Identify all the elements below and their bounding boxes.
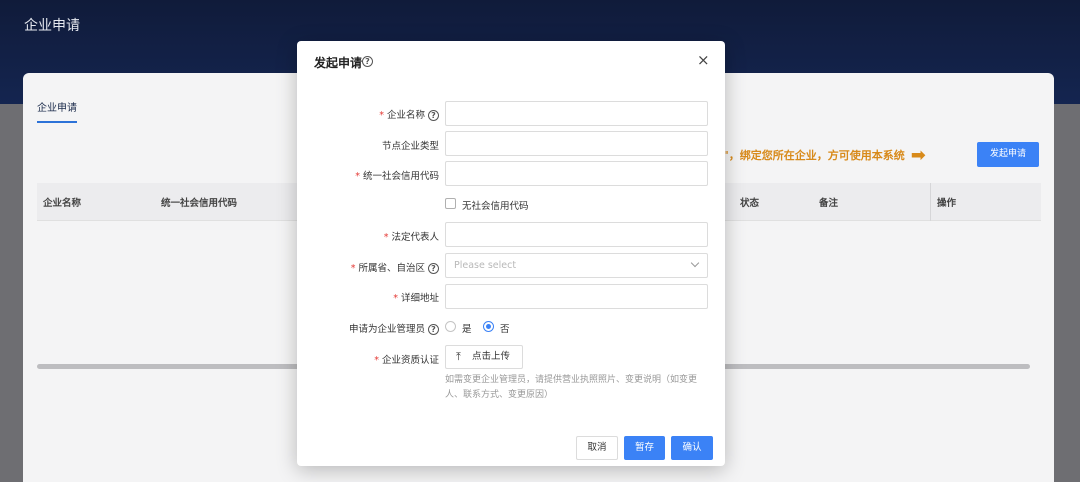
dialog-title: 发起申请: [314, 56, 363, 70]
company-name-label-text: 企业名称: [386, 110, 425, 121]
required-mark: *: [350, 263, 356, 274]
node-type-label: 节点企业类型: [382, 138, 439, 152]
credit-code-label-text: 统一社会信用代码: [362, 171, 439, 182]
qualification-label-text: 企业资质认证: [381, 355, 439, 366]
apply-admin-label: 申请为企业管理员?: [349, 321, 439, 335]
admin-yes-label[interactable]: 是: [462, 321, 472, 335]
address-label: * 详细地址: [393, 290, 439, 304]
close-icon[interactable]: ×: [697, 53, 710, 68]
required-mark: *: [383, 232, 389, 243]
question-circle-icon[interactable]: ?: [428, 110, 439, 121]
upload-button-label: 点击上传: [472, 351, 511, 362]
no-credit-code-checkbox[interactable]: [445, 198, 456, 209]
province-select-placeholder: Please select: [454, 260, 517, 271]
no-credit-code-label[interactable]: 无社会信用代码: [462, 198, 529, 212]
upload-button[interactable]: ⤒ 点击上传: [445, 345, 523, 369]
upload-icon: ⤒: [456, 350, 461, 363]
node-type-input[interactable]: [445, 131, 708, 156]
question-circle-icon[interactable]: ?: [362, 56, 373, 67]
required-mark: *: [355, 171, 360, 182]
upload-hint: 如需变更企业管理员，请提供营业执照照片、变更说明（如变更人、联系方式、变更原因）: [445, 375, 698, 400]
required-mark: *: [393, 293, 398, 304]
required-mark: *: [379, 110, 384, 121]
question-circle-icon[interactable]: ?: [428, 324, 439, 335]
chevron-down-icon: [690, 258, 700, 268]
apply-admin-label-text: 申请为企业管理员: [348, 324, 425, 335]
save-draft-button[interactable]: 暂存: [624, 436, 665, 460]
province-select[interactable]: Please select: [445, 253, 708, 278]
confirm-button[interactable]: 确认: [671, 436, 713, 460]
company-name-label: * 企业名称?: [379, 107, 439, 121]
province-label: * 所属省、自治区?: [351, 260, 439, 274]
admin-no-radio[interactable]: [483, 321, 494, 332]
question-circle-icon[interactable]: ?: [428, 263, 439, 274]
apply-dialog: 发起申请 ? × * 企业名称? 节点企业类型 * 统一社会信用代码 无社会信用代码…: [297, 41, 725, 466]
required-mark: *: [374, 355, 379, 366]
legal-rep-label-text: 法定代表人: [391, 232, 439, 243]
credit-code-label: * 统一社会信用代码: [355, 168, 439, 182]
legal-rep-label: * 法定代表人: [384, 229, 439, 243]
admin-no-label[interactable]: 否: [500, 321, 510, 335]
cancel-button[interactable]: 取消: [576, 436, 618, 460]
credit-code-input[interactable]: [445, 161, 708, 186]
address-label-text: 详细地址: [400, 293, 439, 304]
address-input[interactable]: [445, 284, 708, 309]
company-name-input[interactable]: [445, 101, 708, 126]
province-label-text: 所属省、自治区: [358, 263, 425, 274]
qualification-label: * 企业资质认证: [374, 352, 439, 366]
admin-yes-radio[interactable]: [445, 321, 456, 332]
node-type-label-text: 节点企业类型: [381, 141, 439, 152]
legal-rep-input[interactable]: [445, 222, 708, 247]
